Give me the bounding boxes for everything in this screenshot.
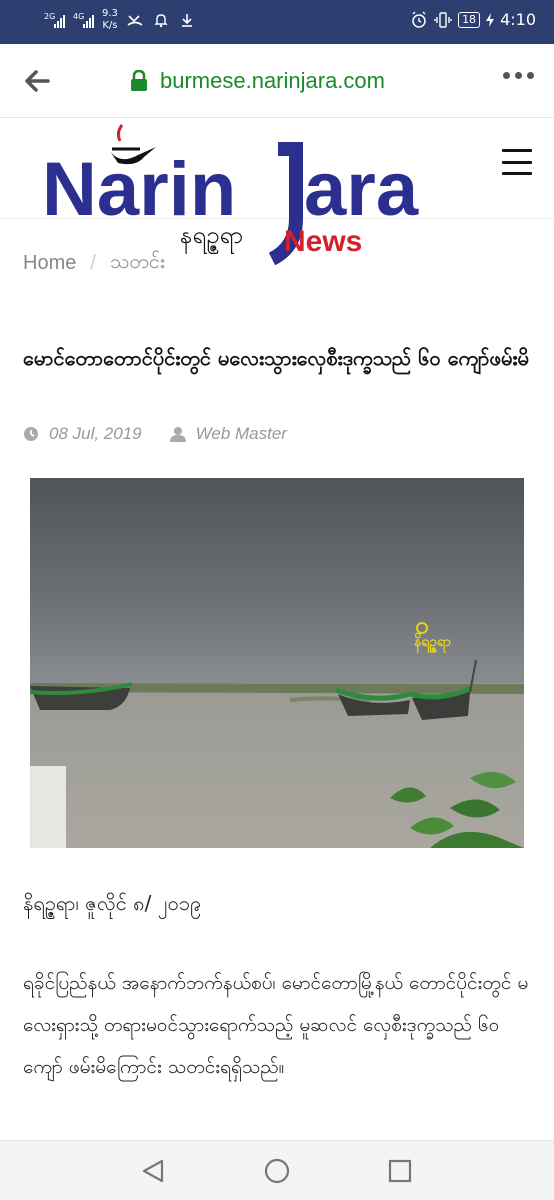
signal-4g-icon: 4G (73, 12, 94, 28)
article-author[interactable]: Web Master (196, 424, 287, 444)
article-meta: 08 Jul, 2019 Web Master (23, 424, 287, 444)
svg-text:ara: ara (304, 147, 419, 232)
speed-value: 9.3 (102, 8, 118, 19)
site-header: Narin ara နရဥ္ဇရာ News (0, 119, 554, 266)
speed-unit: K/s (102, 20, 118, 31)
clock-icon (23, 426, 39, 442)
nav-home-icon[interactable] (263, 1157, 291, 1185)
alarm-clock-icon (410, 11, 428, 29)
article-body: ရခိုင်ပြည်နယ် အနောက်ဘက်နယ်စပ်၊ မောင်တောမ… (23, 972, 529, 1078)
download-icon (178, 11, 196, 29)
net-type-1: 2G (44, 12, 56, 21)
lock-icon (130, 69, 148, 92)
article-title: မောင်တောတောင်ပိုင်းတွင် မလေးသွားလှေစီးဒု… (23, 346, 529, 370)
browser-url-bar: burmese.narinjara.com (0, 44, 554, 118)
breadcrumb-separator: / (90, 251, 96, 274)
alarm-off-icon (152, 11, 170, 29)
network-speed: 9.3 K/s (102, 8, 118, 32)
address-url[interactable]: burmese.narinjara.com (160, 68, 385, 94)
nav-recents-icon[interactable] (386, 1157, 414, 1185)
status-left: 2G 4G 9.3 K/s (44, 8, 196, 32)
nav-back-icon[interactable] (140, 1157, 168, 1185)
breadcrumb: Home / သတင်း (23, 248, 165, 278)
article-photo: နိရဥ္ဇရာ (30, 478, 524, 848)
more-options-icon[interactable] (503, 72, 534, 79)
site-logo[interactable]: Narin ara နရဥ္ဇရာ News (40, 119, 440, 269)
battery-level: 18 (458, 11, 481, 28)
svg-text:Narin: Narin (42, 147, 236, 232)
status-bar: 2G 4G 9.3 K/s 18 4:10 (0, 0, 554, 44)
hamburger-menu-icon[interactable] (502, 149, 532, 175)
article-dateline: နိရဥ္ဇရာ၊ ဇူလိုင် ၈/ ၂၀၁၉ (23, 891, 202, 915)
system-nav-bar (0, 1140, 554, 1200)
signal-2g-icon: 2G (44, 12, 65, 28)
net-type-2: 4G (73, 12, 85, 21)
vibrate-icon (434, 11, 452, 29)
logo-myanmar-text: နရဥ္ဇရာ (180, 221, 243, 254)
back-arrow-icon[interactable] (22, 66, 52, 96)
missed-call-icon (126, 11, 144, 29)
logo-news-text: News (284, 225, 362, 258)
article-date: 08 Jul, 2019 (49, 424, 142, 443)
breadcrumb-current[interactable]: သတင်း (110, 248, 165, 278)
status-right: 18 4:10 (410, 10, 536, 29)
breadcrumb-home[interactable]: Home (23, 252, 76, 275)
user-icon (169, 426, 186, 442)
clock-time: 4:10 (500, 10, 536, 29)
charging-icon (486, 11, 495, 29)
